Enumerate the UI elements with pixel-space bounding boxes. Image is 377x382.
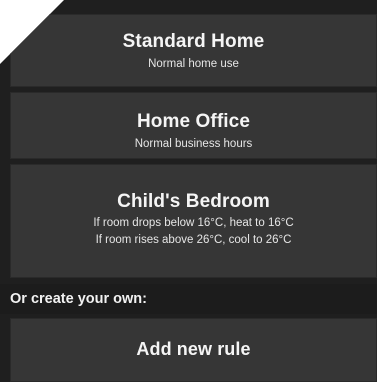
rule-card-childs-bedroom[interactable]: Child's Bedroom If room drops below 16°C… (10, 164, 377, 278)
add-new-rule-button[interactable]: Add new rule (10, 318, 377, 382)
rule-title: Standard Home (122, 31, 265, 52)
rule-description-line-2: If room rises above 26°C, cool to 26°C (95, 234, 292, 246)
rule-description: Normal business hours (134, 138, 253, 150)
rules-panel: Standard Home Normal home use Home Offic… (0, 0, 377, 382)
rule-title: Home Office (136, 111, 250, 132)
rule-card-home-office[interactable]: Home Office Normal business hours (10, 92, 377, 159)
rule-description-line-1: If room drops below 16°C, heat to 16°C (93, 217, 294, 229)
rule-title: Child's Bedroom (117, 191, 270, 212)
add-new-rule-label: Add new rule (136, 339, 251, 359)
rule-card-standard-home[interactable]: Standard Home Normal home use (10, 14, 377, 87)
rule-description: Normal home use (148, 58, 239, 70)
create-section-header: Or create your own: (0, 284, 377, 314)
